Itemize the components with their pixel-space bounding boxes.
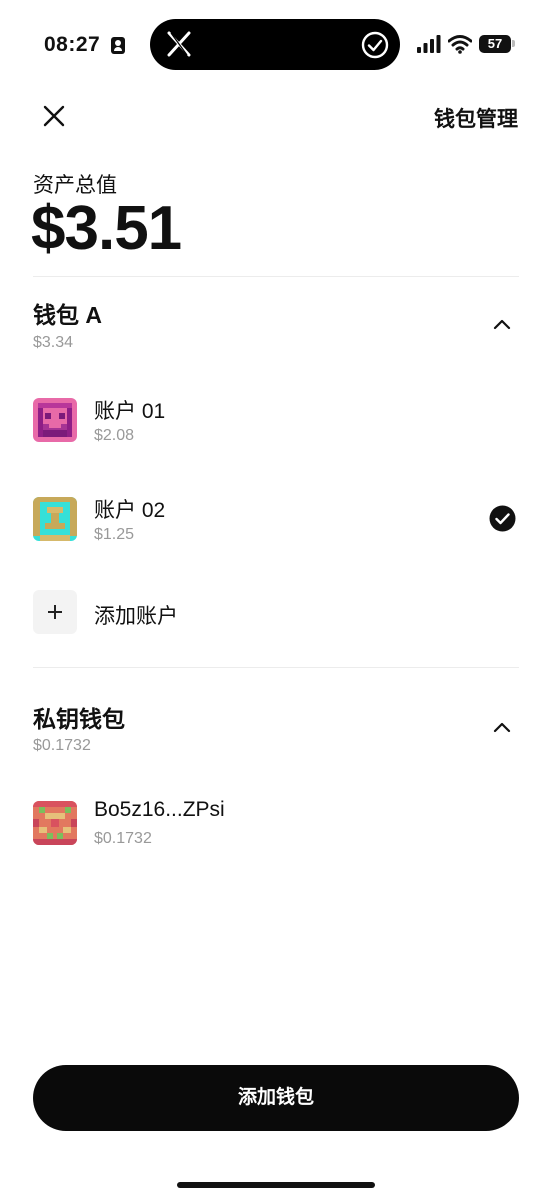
account-value: $2.08 xyxy=(94,427,135,444)
wallet-a-value: $3.34 xyxy=(33,334,74,351)
divider xyxy=(33,667,519,668)
private-key-account-row[interactable]: Bo5z16...ZPsi $0.1732 xyxy=(33,798,519,861)
x-logo-icon xyxy=(167,31,191,57)
add-wallet-button[interactable]: 添加钱包 xyxy=(33,1065,519,1131)
account-row-01[interactable]: 账户 01 $2.08 xyxy=(33,398,519,458)
contact-card-icon xyxy=(111,37,125,54)
wifi-icon xyxy=(448,35,472,54)
status-bar: 08:27 57 xyxy=(0,0,552,88)
private-key-wallet-value: $0.1732 xyxy=(33,737,91,754)
selected-check-icon xyxy=(489,505,516,532)
divider xyxy=(33,276,519,277)
account-name: 账户 02 xyxy=(94,499,166,522)
check-circle-icon xyxy=(361,31,389,59)
total-assets-value: $3.51 xyxy=(31,194,182,263)
battery-indicator: 57 xyxy=(479,35,511,53)
wallet-a-title: 钱包 A xyxy=(33,302,102,328)
cellular-signal-icon xyxy=(417,35,441,53)
account-avatar xyxy=(33,801,77,845)
close-icon[interactable] xyxy=(38,100,70,132)
chevron-up-icon[interactable] xyxy=(492,720,512,734)
battery-nub xyxy=(512,40,515,47)
account-value: $1.25 xyxy=(94,526,135,543)
account-name: 账户 01 xyxy=(94,400,166,423)
account-name: Bo5z16...ZPsi xyxy=(94,798,225,821)
account-row-02[interactable]: 账户 02 $1.25 xyxy=(33,497,519,557)
plus-icon xyxy=(33,590,77,634)
wallet-manage-button[interactable]: 钱包管理 xyxy=(434,103,518,133)
private-key-wallet-title: 私钥钱包 xyxy=(33,706,125,732)
account-avatar xyxy=(33,497,77,541)
add-account-label: 添加账户 xyxy=(94,605,178,628)
chevron-up-icon[interactable] xyxy=(492,317,512,331)
home-indicator[interactable] xyxy=(177,1182,375,1188)
status-time: 08:27 xyxy=(44,33,101,56)
account-avatar xyxy=(33,398,77,442)
add-account-button[interactable]: 添加账户 xyxy=(33,590,333,634)
account-value: $0.1732 xyxy=(94,830,152,847)
